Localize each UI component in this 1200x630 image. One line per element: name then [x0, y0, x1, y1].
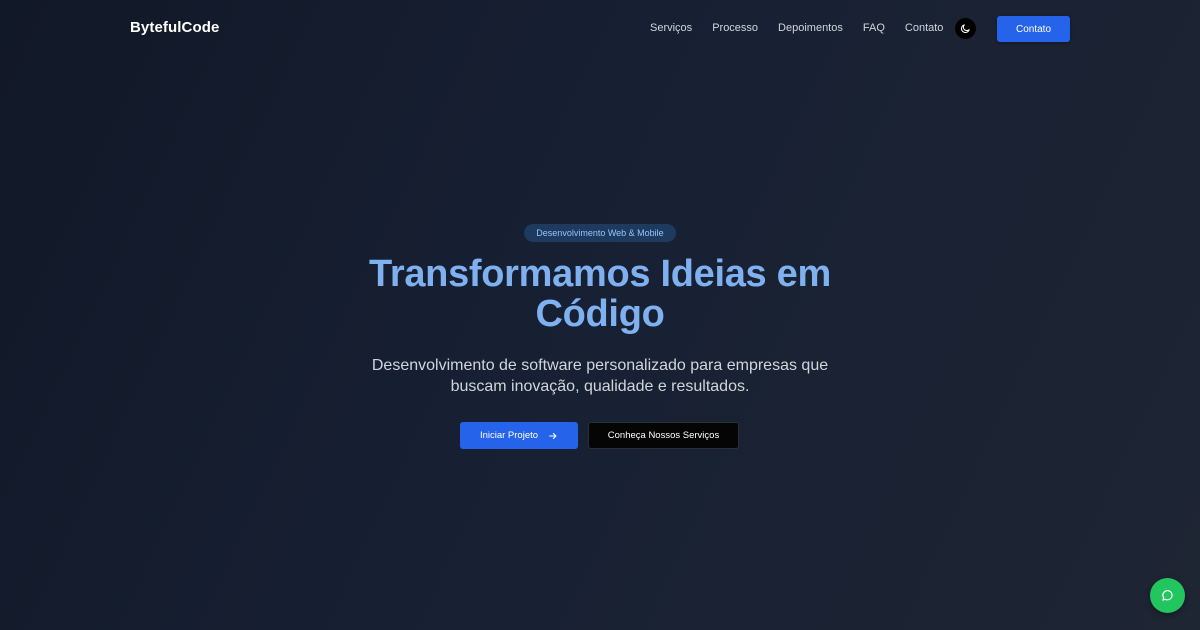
hero-subtitle-line-1: Desenvolvimento de software personalizad…	[371, 357, 829, 374]
our-services-button[interactable]: Conheça Nossos Serviços	[588, 422, 739, 449]
start-project-label: Iniciar Projeto	[479, 430, 539, 441]
nav-link-contato[interactable]: Contato	[905, 22, 944, 34]
our-services-label: Conheça Nossos Serviços	[607, 430, 720, 441]
nav-links: Serviços Processo Depoimentos FAQ Contat…	[650, 22, 943, 34]
hero-subtitle-line-2: buscam inovação, qualidade e resultados.	[450, 378, 750, 395]
nav-link-faq[interactable]: FAQ	[863, 22, 885, 34]
nav-link-servicos[interactable]: Serviços	[650, 22, 692, 34]
hero-badge: Desenvolvimento Web & Mobile	[524, 224, 676, 242]
arrow-right-icon	[549, 432, 557, 439]
chat-widget-button[interactable]	[1150, 578, 1185, 613]
start-project-button[interactable]: Iniciar Projeto	[460, 422, 578, 449]
navbar: BytefulCode Serviços Processo Depoimento…	[0, 0, 1200, 58]
hero-title-line-1: Transformamos Ideias em	[369, 253, 831, 295]
nav-link-depoimentos[interactable]: Depoimentos	[778, 22, 843, 34]
hero-subtitle: Desenvolvimento de software personalizad…	[350, 355, 850, 397]
contact-button[interactable]: Contato	[997, 16, 1070, 42]
hero-title-line-2: Código	[535, 293, 665, 335]
chat-bubble-icon	[1162, 590, 1173, 601]
nav-link-processo[interactable]: Processo	[712, 22, 758, 34]
moon-icon	[961, 24, 970, 33]
theme-toggle-button[interactable]	[955, 18, 976, 39]
brand-logo[interactable]: BytefulCode	[130, 19, 219, 36]
hero-title: Transformamos Ideias em Código	[300, 254, 900, 334]
